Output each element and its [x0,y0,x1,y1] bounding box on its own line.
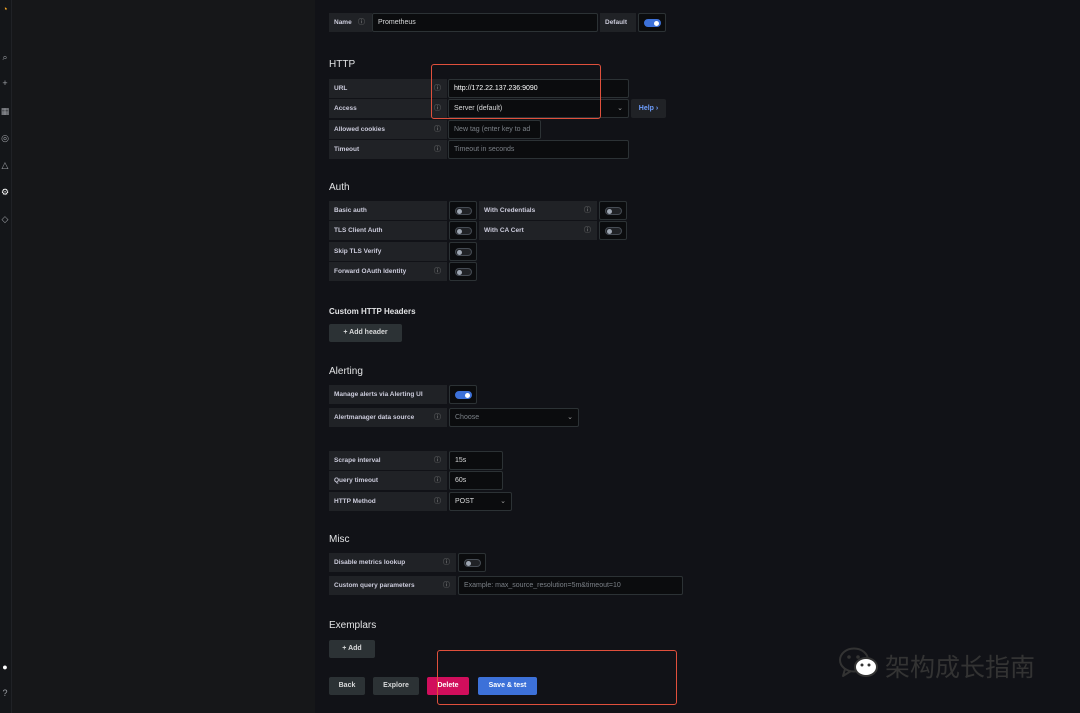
disable-metrics-toggle[interactable] [458,553,486,572]
side-nav: ◔ ⌕ + ▦ ◎ △ ⚙ ◇ ● ? [0,0,12,713]
custom-query-params-info-icon[interactable]: ⓘ [443,576,450,595]
dashboards-icon[interactable]: ▦ [0,106,10,116]
add-exemplar-button[interactable]: + Add [329,640,375,658]
timeout-input[interactable]: Timeout in seconds [448,140,629,159]
alertmanager-select-value: Choose [455,414,480,421]
alerting-section-title: Alerting [329,366,363,377]
http-method-info-icon[interactable]: ⓘ [434,492,441,511]
url-access-highlight-box [431,64,601,119]
query-timeout-info-icon[interactable]: ⓘ [434,471,441,490]
watermark-text: 架构成长指南 [885,653,1036,682]
with-credentials-info-icon[interactable]: ⓘ [584,201,591,220]
exemplars-section-title: Exemplars [329,620,377,631]
custom-query-params-input[interactable]: Example: max_source_resolution=5m&timeou… [458,576,683,595]
explore-icon[interactable]: ◎ [0,133,10,143]
with-ca-cert-toggle[interactable] [599,221,627,240]
skip-tls-toggle[interactable] [449,242,477,261]
timeout-info-icon[interactable]: ⓘ [434,140,441,159]
chevron-down-icon: ⌄ [500,498,506,505]
with-ca-cert-label: With CA Cert [479,221,597,240]
with-credentials-toggle[interactable] [599,201,627,220]
configuration-icon[interactable]: ⚙ [0,187,10,197]
left-gutter [12,0,315,713]
user-avatar-icon[interactable]: ● [0,662,10,672]
timeout-label: Timeout [329,140,447,159]
access-label: Access [329,99,447,118]
custom-query-params-label: Custom query parameters [329,576,456,595]
query-timeout-label: Query timeout [329,471,447,490]
shield-icon[interactable]: ◇ [0,214,10,224]
cookies-info-icon[interactable]: ⓘ [434,120,441,139]
help-icon[interactable]: ? [0,688,10,698]
forward-oauth-label: Forward OAuth Identity [329,262,447,281]
plus-icon[interactable]: + [0,78,10,88]
allowed-cookies-input[interactable]: New tag (enter key to ad [448,120,541,139]
with-credentials-label: With Credentials [479,201,597,220]
alertmanager-label: Alertmanager data source [329,408,447,427]
footer-buttons-highlight-box [437,650,677,705]
chevron-right-icon: › [655,105,659,112]
grafana-logo-icon[interactable]: ◔ [0,4,10,14]
help-button-label: Help [638,105,654,112]
scrape-interval-info-icon[interactable]: ⓘ [434,451,441,470]
alertmanager-select[interactable]: Choose ⌄ [449,408,579,427]
help-button[interactable]: Help › [631,99,666,118]
add-header-button[interactable]: + Add header [329,324,402,342]
forward-oauth-toggle[interactable] [449,262,477,281]
tls-client-auth-label: TLS Client Auth [329,221,447,240]
alerting-icon[interactable]: △ [0,160,10,170]
name-input[interactable]: Prometheus [372,13,598,32]
explore-button[interactable]: Explore [373,677,419,695]
basic-auth-label: Basic auth [329,201,447,220]
alertmanager-info-icon[interactable]: ⓘ [434,408,441,427]
with-ca-cert-info-icon[interactable]: ⓘ [584,221,591,240]
wechat-watermark: 架构成长指南 [838,646,1035,682]
scrape-interval-label: Scrape interval [329,451,447,470]
scrape-interval-input[interactable]: 15s [449,451,503,470]
allowed-cookies-label: Allowed cookies [329,120,447,139]
wechat-icon [839,647,878,677]
chevron-down-icon: ⌄ [567,414,573,421]
custom-headers-section-title: Custom HTTP Headers [329,307,416,316]
query-timeout-input[interactable]: 60s [449,471,503,490]
url-label: URL [329,79,447,98]
back-button[interactable]: Back [329,677,365,695]
disable-metrics-label: Disable metrics lookup [329,553,456,572]
skip-tls-label: Skip TLS Verify [329,242,447,261]
search-icon[interactable]: ⌕ [0,52,10,62]
info-icon[interactable]: ⓘ [358,13,365,32]
misc-section-title: Misc [329,534,350,545]
datasource-settings-panel: Name ⓘ Prometheus Default HTTP URL ⓘ htt… [315,0,1080,713]
http-section-title: HTTP [329,59,356,70]
forward-oauth-info-icon[interactable]: ⓘ [434,262,441,281]
disable-metrics-info-icon[interactable]: ⓘ [443,553,450,572]
basic-auth-toggle[interactable] [449,201,477,220]
auth-section-title: Auth [329,182,350,193]
http-method-select-value: POST [455,498,475,505]
default-toggle[interactable] [638,13,666,32]
tls-client-auth-toggle[interactable] [449,221,477,240]
manage-alerts-toggle[interactable] [449,385,477,404]
manage-alerts-label: Manage alerts via Alerting UI [329,385,447,404]
http-method-select[interactable]: POST ⌄ [449,492,512,511]
chevron-down-icon: ⌄ [617,105,623,112]
http-method-label: HTTP Method [329,492,447,511]
default-label: Default [600,13,636,32]
